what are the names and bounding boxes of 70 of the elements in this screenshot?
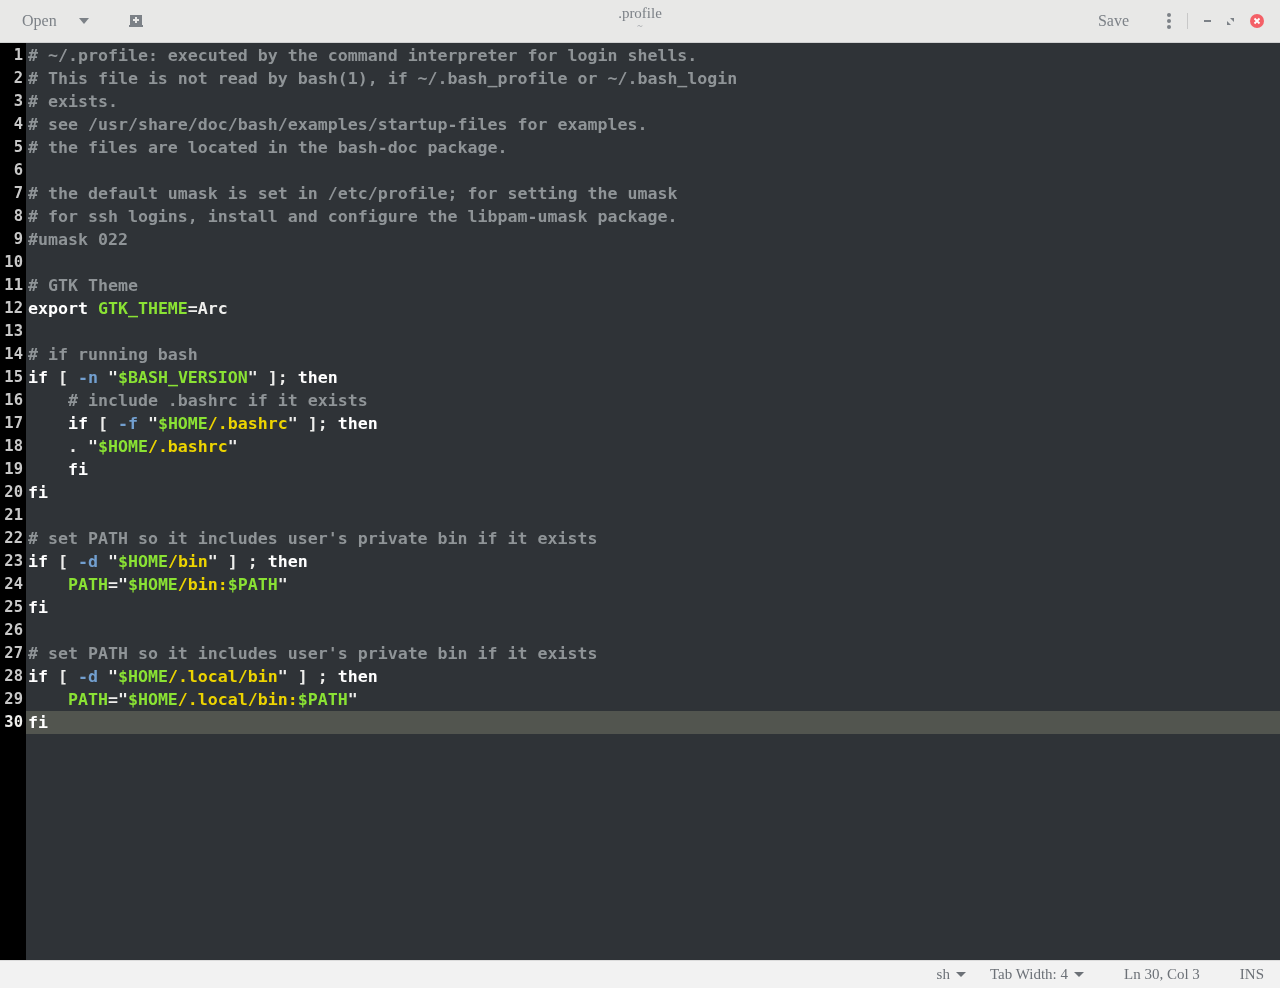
line-number: 19 [4,460,23,478]
line-number: 2 [13,69,23,87]
line-number: 23 [4,552,23,570]
new-tab-icon[interactable] [128,15,143,27]
line-number: 21 [4,506,23,524]
code-line: # This file is not read by bash(1), if ~/.bash_profile or ~/.bash_login [28,69,738,88]
line-number: 14 [4,345,23,363]
caret-icon[interactable] [78,18,89,24]
line-number: 28 [4,667,23,685]
code-line: PATH="$HOME/bin:$PATH" [67,575,288,594]
line-number: 29 [4,690,23,708]
line-number: 16 [4,391,23,409]
tab-width-dropdown[interactable]: Tab Width: 4 [989,963,1084,986]
code-line: # if running bash [28,345,198,364]
window-title: .profile [618,4,662,22]
code-line: # exists. [28,92,118,111]
restore-icon[interactable] [1227,17,1234,25]
code-line: # for ssh logins, install and configure the libpam-umask package. [28,207,678,226]
line-number: 6 [13,161,23,179]
line-number: 20 [4,483,23,501]
code-line: # set PATH so it includes user's private bin if it exists [28,529,598,548]
line-number: 11 [4,276,23,294]
line-number: 25 [4,598,23,616]
code-line: # include .bashrc if it exists [67,391,368,410]
caret-icon [1074,972,1084,977]
save-button[interactable]: Save [1091,13,1135,29]
code-line: fi [28,483,48,502]
caret-icon [955,972,966,977]
line-number: 12 [4,299,23,317]
code-line: # GTK Theme [28,276,138,295]
code-line: if [ -d "$HOME/.local/bin" ] ; then [28,667,378,686]
window-subtitle: ~ [637,21,643,32]
line-number: 8 [13,207,23,225]
code-line: # see /usr/share/doc/bash/examples/startup-files for examples. [28,115,648,134]
line-number: 15 [4,368,23,386]
line-number: 7 [13,184,23,202]
code-line: fi [28,598,48,617]
line-number: 4 [13,115,23,133]
line-number: 5 [13,138,23,156]
code-line: # the files are located in the bash-doc package. [28,138,508,157]
line-number: 22 [4,529,23,547]
line-number: 10 [4,253,23,271]
code-line: if [ -d "$HOME/bin" ] ; then [28,552,308,571]
open-button[interactable]: Open [16,13,63,29]
language-dropdown[interactable]: sh [936,963,966,986]
code-line: fi [28,713,48,732]
line-number: 9 [13,230,23,248]
line-number: 24 [4,575,23,593]
close-icon[interactable] [1250,14,1264,28]
menu-icon[interactable] [1167,13,1171,29]
insert-mode: INS [1239,965,1264,985]
line-number: 1 [13,46,23,64]
code-line: if [ -f "$HOME/.bashrc" ]; then [67,414,378,433]
code-line: if [ -n "$BASH_VERSION" ]; then [28,368,338,387]
code-line: fi [67,460,88,479]
line-number: 27 [4,644,23,662]
code-line: # set PATH so it includes user's private bin if it exists [28,644,598,663]
code-line: # the default umask is set in /etc/profile; for setting the umask [28,184,678,203]
code-line: #umask 022 [28,230,128,249]
line-number: 18 [4,437,23,455]
line-number: 13 [4,322,23,340]
line-number: 26 [4,621,23,639]
code-line: PATH="$HOME/.local/bin:$PATH" [67,690,358,709]
code-line: . "$HOME/.bashrc" [67,437,238,456]
line-number: 30 [4,713,23,731]
code-line: # ~/.profile: executed by the command interpreter for login shells. [28,46,698,65]
line-number: 3 [13,92,23,110]
code-line: export GTK_THEME=Arc [28,299,228,318]
line-number: 17 [4,414,23,432]
cursor-position: Ln 30, Col 3 [1124,965,1200,985]
